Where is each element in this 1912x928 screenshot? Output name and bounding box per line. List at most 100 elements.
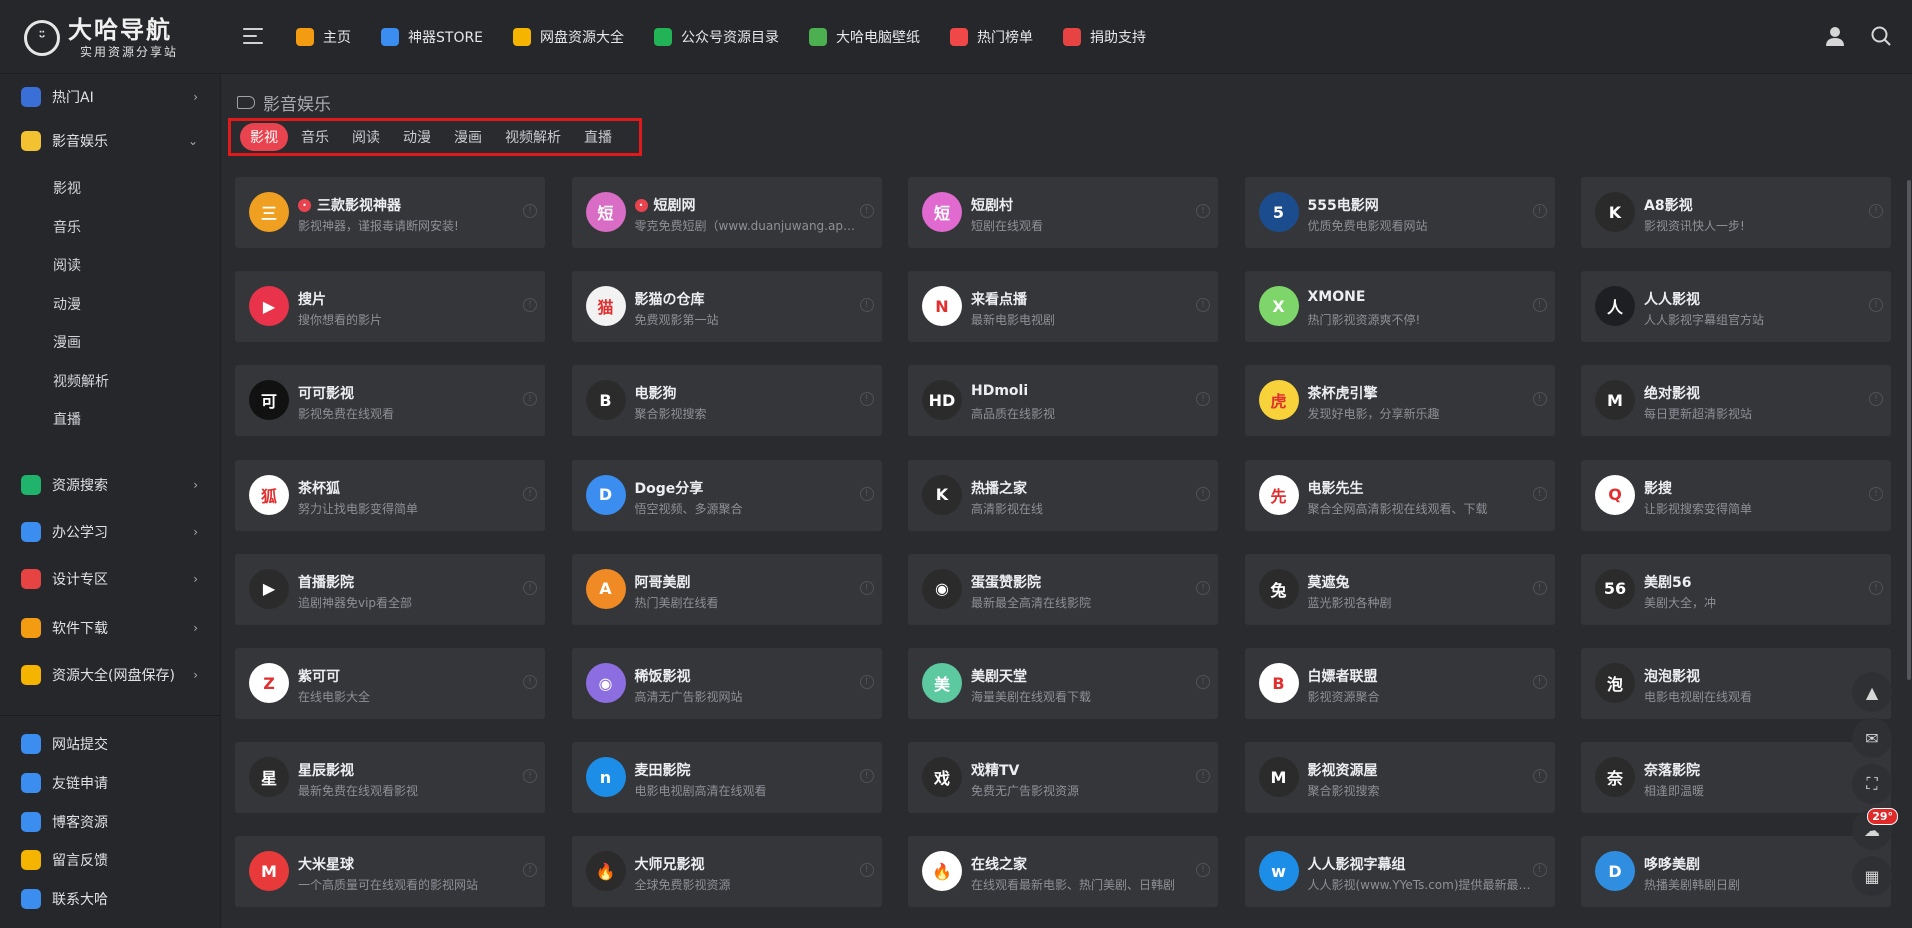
- site-card[interactable]: D哆哆美剧热播美剧韩剧日剧!: [1581, 836, 1891, 908]
- site-card[interactable]: Z 紫可可 在线电影大全!: [235, 648, 545, 719]
- site-card[interactable]: Q 影搜 让影视搜索变得简单!: [1581, 459, 1891, 531]
- site-card[interactable]: ▶ 首播影院 追剧神器免vip看全部!: [235, 553, 545, 625]
- info-icon[interactable]: !: [1196, 204, 1210, 218]
- page-scrollbar[interactable]: [1907, 180, 1911, 680]
- sidebar-footer-item-3[interactable]: 留言反馈: [0, 840, 220, 880]
- site-card[interactable]: M 绝对影视 每日更新超清影视站!: [1581, 365, 1891, 437]
- info-icon[interactable]: !: [523, 675, 537, 689]
- site-card[interactable]: A 阿哥美剧 热门美剧在线看!: [571, 553, 882, 625]
- site-card[interactable]: 猫影猫の仓库 免费观影第一站!: [571, 271, 882, 343]
- info-icon[interactable]: !: [1532, 580, 1547, 595]
- sidebar-sub-item-0[interactable]: 影视: [53, 178, 81, 198]
- tab-1[interactable]: 音乐: [291, 123, 339, 151]
- info-icon[interactable]: !: [1532, 392, 1547, 407]
- site-card[interactable]: M 大米星球 一个高质量可在线观看的影视网站!: [235, 836, 545, 908]
- info-icon[interactable]: !: [1532, 675, 1547, 689]
- info-icon[interactable]: !: [523, 392, 537, 407]
- sidebar-group-5[interactable]: 软件下载 ›: [0, 605, 220, 651]
- sidebar-sub-item-6[interactable]: 直播: [53, 409, 81, 429]
- info-icon[interactable]: !: [859, 769, 874, 784]
- nav-item-1[interactable]: 神器STORE: [381, 27, 483, 47]
- info-icon[interactable]: !: [523, 298, 537, 313]
- menu-toggle-icon[interactable]: [243, 28, 263, 44]
- info-icon[interactable]: !: [523, 486, 537, 501]
- tab-2[interactable]: 阅读: [342, 123, 390, 151]
- back-to-top-button[interactable]: ▲: [1852, 672, 1892, 712]
- sidebar-footer-item-2[interactable]: 博客资源: [0, 802, 220, 842]
- sidebar-sub-item-2[interactable]: 阅读: [53, 255, 81, 275]
- sidebar-group-1[interactable]: 影音娱乐 ⌄: [0, 118, 220, 164]
- info-icon[interactable]: !: [1196, 392, 1210, 407]
- site-card[interactable]: 可可可影视 影视免费在线观看!: [235, 365, 545, 437]
- site-card[interactable]: K 热播之家 高清影视在线!: [908, 459, 1218, 531]
- site-card[interactable]: HD HDmoli 高品质在线影视!: [908, 365, 1218, 437]
- site-card[interactable]: B 白嫖者联盟 影视资源聚合!: [1244, 648, 1555, 719]
- nav-item-5[interactable]: 热门榜单: [950, 27, 1033, 47]
- info-icon[interactable]: !: [1196, 863, 1210, 878]
- weather-button[interactable]: ☁ 29°: [1852, 808, 1898, 850]
- info-icon[interactable]: !: [859, 863, 874, 878]
- tab-3[interactable]: 动漫: [393, 123, 441, 151]
- info-icon[interactable]: !: [1532, 863, 1547, 878]
- sidebar-footer-item-1[interactable]: 友链申请: [0, 763, 220, 803]
- sidebar-group-2[interactable]: 资源搜索 ›: [0, 462, 220, 508]
- user-button[interactable]: [1823, 24, 1847, 48]
- scan-button[interactable]: ⛶: [1852, 764, 1892, 804]
- info-icon[interactable]: !: [523, 863, 537, 878]
- sidebar-sub-item-3[interactable]: 动漫: [53, 294, 81, 314]
- info-icon[interactable]: !: [859, 392, 874, 407]
- sidebar-group-3[interactable]: 办公学习 ›: [0, 509, 220, 555]
- tab-5[interactable]: 视频解析: [495, 123, 571, 151]
- nav-item-0[interactable]: 主页: [296, 27, 351, 47]
- site-card[interactable]: 5 555电影网 优质免费电影观看网站!: [1244, 177, 1555, 248]
- site-card[interactable]: 虎茶杯虎引擎 发现好电影，分享新乐趣!: [1244, 365, 1555, 437]
- site-card[interactable]: 56 美剧56 美剧大全，冲!: [1581, 553, 1891, 625]
- tab-4[interactable]: 漫画: [444, 123, 492, 151]
- info-icon[interactable]: !: [1196, 769, 1210, 784]
- site-card[interactable]: 人人人影视 人人影视字幕组官方站!: [1581, 271, 1891, 343]
- sidebar-group-0[interactable]: 热门AI ›: [0, 74, 220, 120]
- site-card[interactable]: 星星辰影视 最新免费在线观看影视!: [235, 742, 545, 814]
- info-icon[interactable]: !: [859, 580, 874, 595]
- site-card[interactable]: X XMONE 热门影视资源爽不停!!: [1244, 271, 1555, 343]
- sidebar-footer-item-4[interactable]: 联系大哈: [0, 879, 220, 919]
- info-icon[interactable]: !: [523, 204, 537, 218]
- info-icon[interactable]: !: [1869, 580, 1883, 595]
- nav-item-3[interactable]: 公众号资源目录: [654, 27, 779, 47]
- site-card[interactable]: 美美剧天堂 海量美剧在线观看下载!: [908, 648, 1218, 719]
- site-card[interactable]: 奈奈落影院相逢即温暖!: [1581, 742, 1891, 814]
- site-logo[interactable]: ᵕ̈ 大哈导航 实用资源分享站: [24, 18, 178, 58]
- info-icon[interactable]: !: [1532, 486, 1547, 501]
- wechat-button[interactable]: ✉: [1852, 718, 1892, 758]
- site-card[interactable]: D Doge分享 悟空视频、多源聚合!: [571, 459, 882, 531]
- site-card[interactable]: w 人人影视字幕组 人人影视(www.YYeTs.com)提供最新最全...!: [1244, 836, 1555, 908]
- info-icon[interactable]: !: [859, 298, 874, 313]
- site-card[interactable]: ▶ 搜片 搜你想看的影片!: [235, 271, 545, 343]
- nav-item-4[interactable]: 大哈电脑壁纸: [809, 27, 920, 47]
- sidebar-sub-item-4[interactable]: 漫画: [53, 332, 81, 352]
- nav-item-6[interactable]: 捐助支持: [1063, 27, 1146, 47]
- site-card[interactable]: 戏戏精TV 免费无广告影视资源!: [908, 742, 1218, 814]
- info-icon[interactable]: !: [1869, 204, 1883, 218]
- info-icon[interactable]: !: [1532, 769, 1547, 784]
- site-card[interactable]: K A8影视 影视资讯快人一步!!: [1581, 177, 1891, 248]
- sidebar-sub-item-1[interactable]: 音乐: [53, 217, 81, 237]
- site-card[interactable]: B 电影狗 聚合影视搜索!: [571, 365, 882, 437]
- tab-6[interactable]: 直播: [574, 123, 622, 151]
- calendar-button[interactable]: ▦: [1852, 856, 1892, 896]
- nav-item-2[interactable]: 网盘资源大全: [513, 27, 624, 47]
- site-card[interactable]: 短 • 短剧网 零克免费短剧（www.duanjuwang.app）...!: [571, 177, 882, 248]
- site-card[interactable]: 泡泡泡影视电影电视剧在线观看!: [1581, 648, 1891, 719]
- sidebar-group-6[interactable]: 资源大全(网盘保存) ›: [0, 652, 220, 698]
- site-card[interactable]: 三 • 三款影视神器 影视神器，谨报毒请断网安装!!: [235, 177, 545, 248]
- info-icon[interactable]: !: [1196, 298, 1210, 313]
- info-icon[interactable]: !: [859, 486, 874, 501]
- info-icon[interactable]: !: [859, 675, 874, 689]
- sidebar-footer-item-0[interactable]: 网站提交: [0, 724, 220, 764]
- site-card[interactable]: ◉ 稀饭影视 高清无广告影视网站!: [571, 648, 882, 719]
- info-icon[interactable]: !: [1532, 298, 1547, 313]
- info-icon[interactable]: !: [523, 580, 537, 595]
- info-icon[interactable]: !: [1532, 204, 1547, 218]
- info-icon[interactable]: !: [1869, 298, 1883, 313]
- site-card[interactable]: 🔥 在线之家 在线观看最新电影、热门美剧、日韩剧!: [908, 836, 1218, 908]
